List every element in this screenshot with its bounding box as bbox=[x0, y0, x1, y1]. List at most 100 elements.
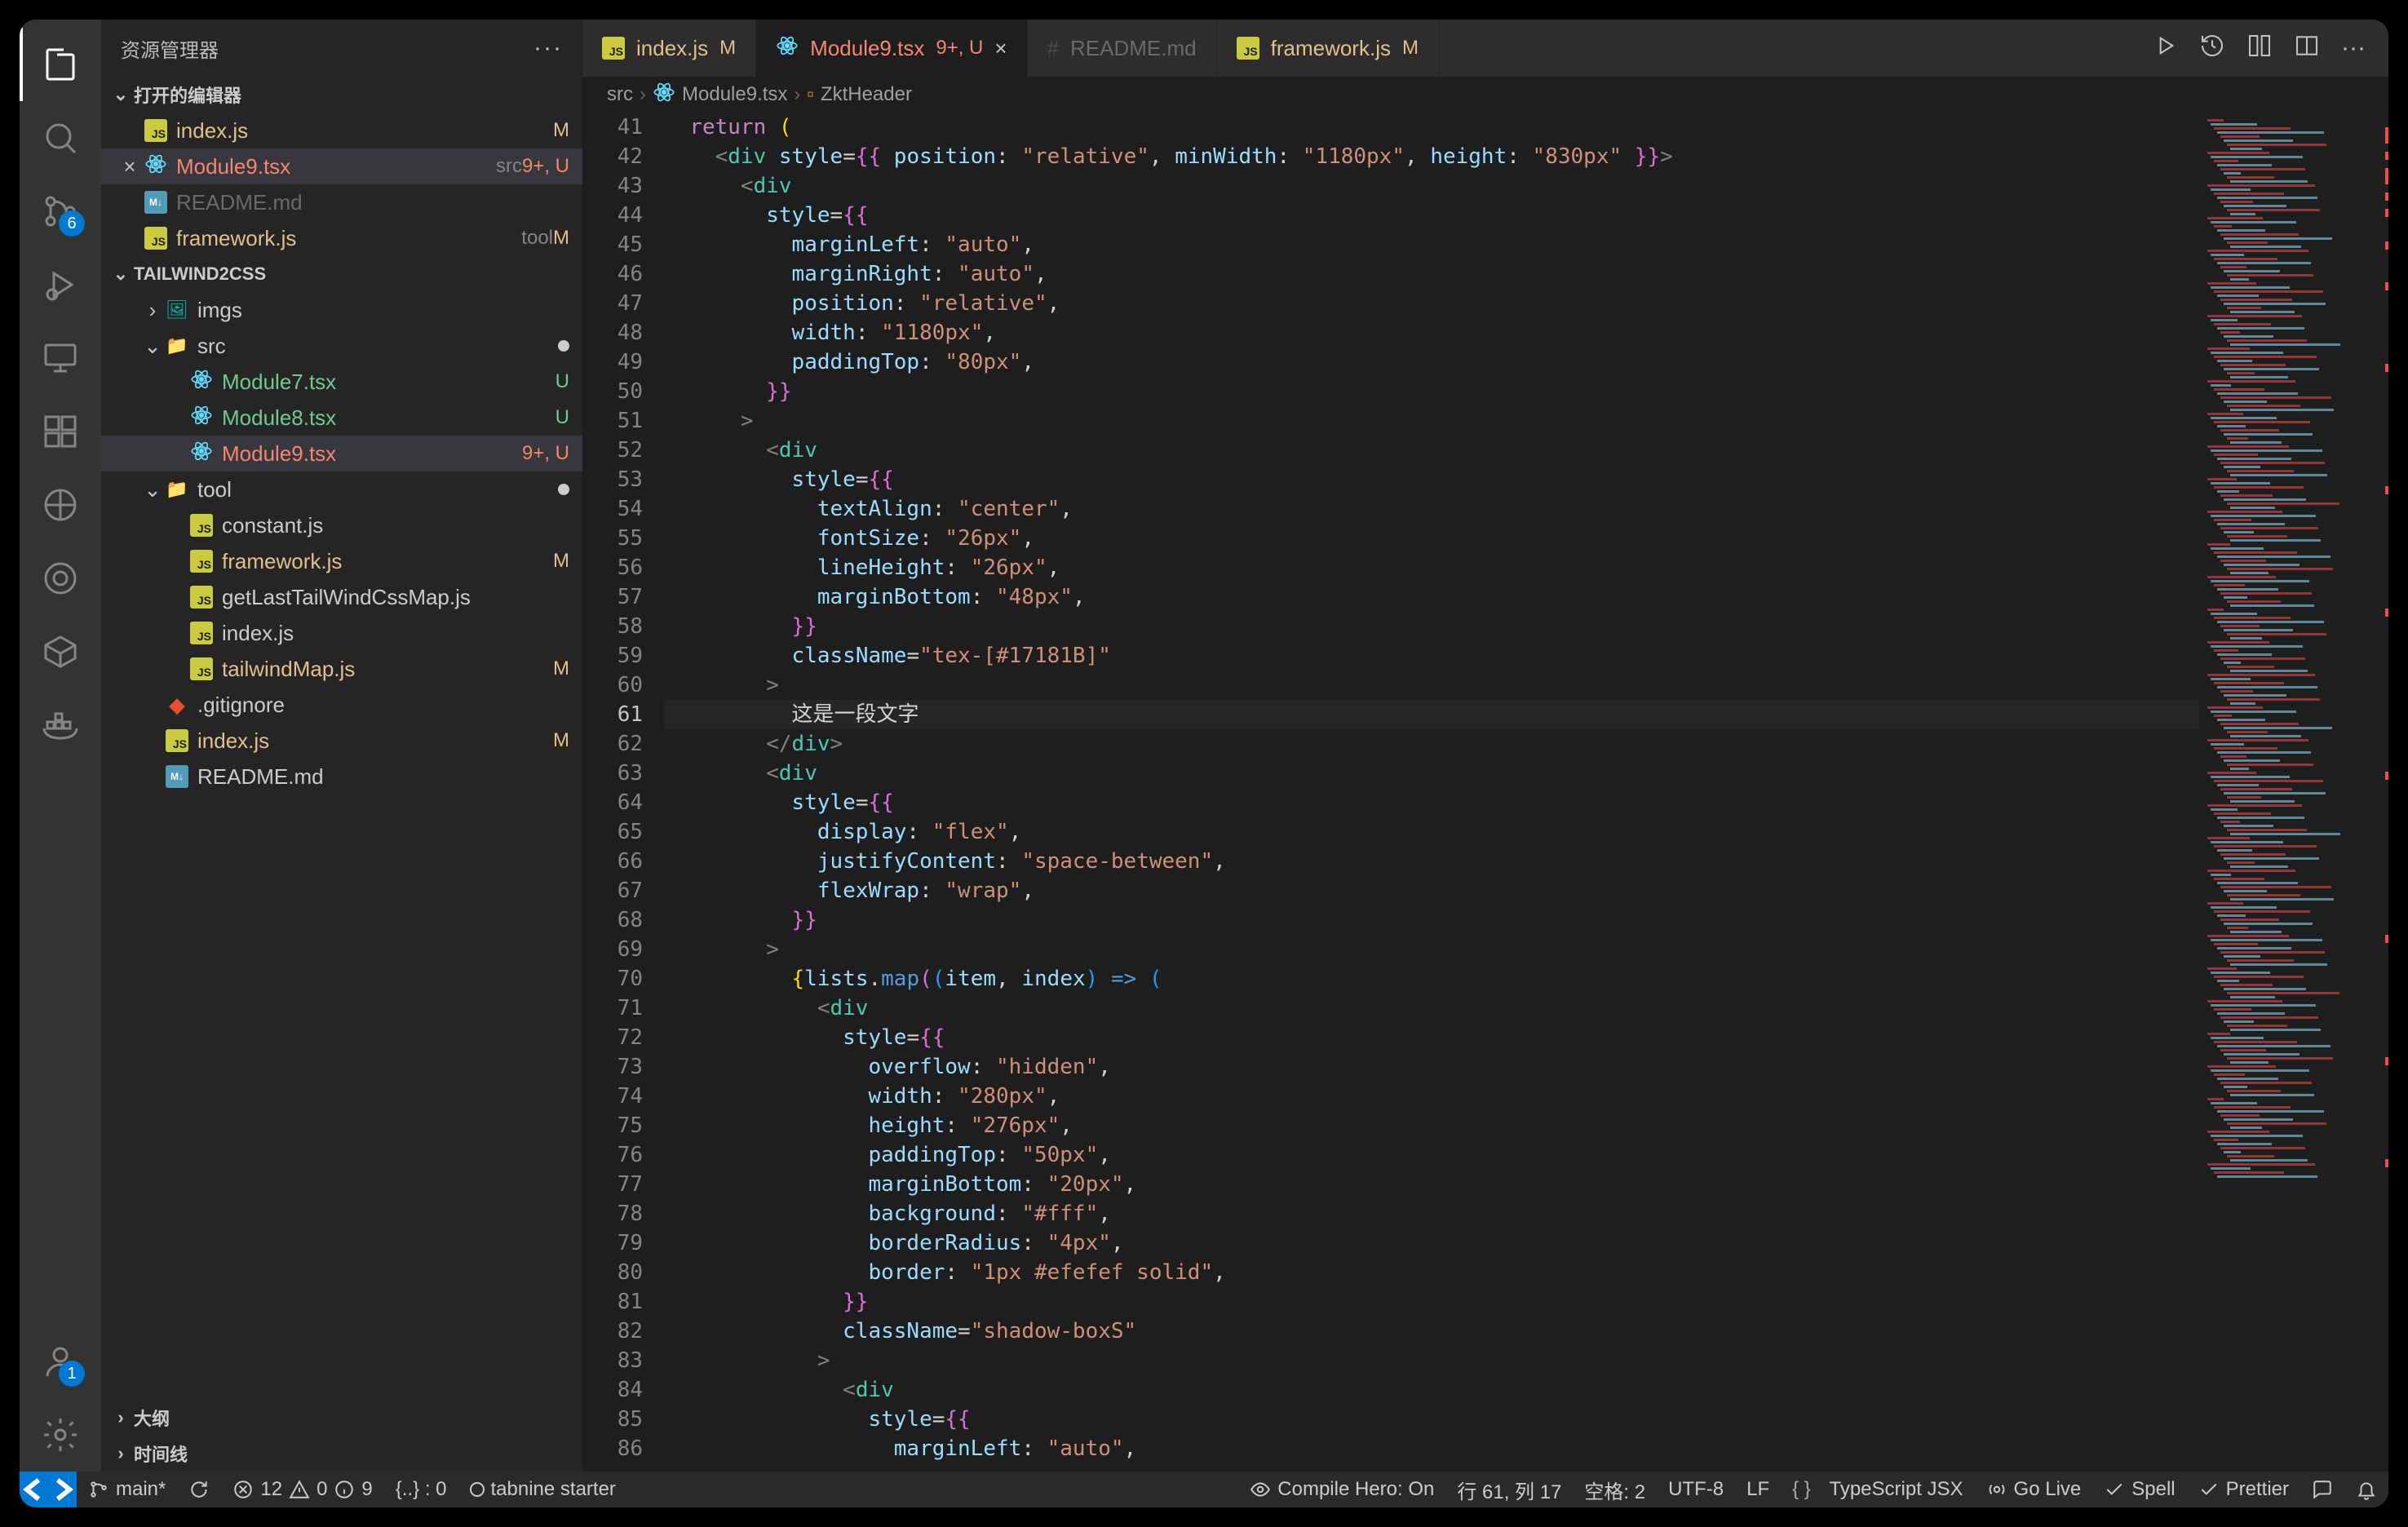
sync-button[interactable] bbox=[177, 1472, 221, 1507]
activity-scm[interactable]: 6 bbox=[20, 175, 101, 248]
tree-item[interactable]: M↓README.md bbox=[101, 759, 582, 794]
file-name: getLastTailWindCssMap.js bbox=[222, 585, 569, 610]
file-icon: JS bbox=[142, 227, 170, 250]
activity-account[interactable]: 1 bbox=[20, 1325, 101, 1398]
open-editor-item[interactable]: ×Module9.tsxsrc9+, U bbox=[101, 148, 582, 184]
activity-search[interactable] bbox=[20, 101, 101, 175]
activity-extra1[interactable] bbox=[20, 542, 101, 615]
activity-settings[interactable] bbox=[20, 1398, 101, 1472]
tree-item[interactable]: Module9.tsx9+, U bbox=[101, 436, 582, 471]
section-outline-label: 大纲 bbox=[134, 1405, 170, 1431]
section-workspace[interactable]: ⌄ TAILWIND2CSS bbox=[101, 256, 582, 292]
eol-button[interactable]: LF bbox=[1735, 1472, 1781, 1507]
split-icon[interactable] bbox=[2294, 33, 2320, 64]
open-editor-item[interactable]: M↓README.md bbox=[101, 184, 582, 220]
file-name: Module9.tsx bbox=[222, 441, 522, 467]
editor-tab[interactable]: JSindex.jsM bbox=[582, 20, 756, 77]
close-icon[interactable]: × bbox=[117, 154, 142, 179]
language-button[interactable]: { } TypeScript JSX bbox=[1781, 1472, 1974, 1507]
tree-item[interactable]: ⌄📁src bbox=[101, 328, 582, 364]
breadcrumb-part[interactable]: ZktHeader bbox=[821, 83, 912, 106]
file-icon bbox=[776, 34, 799, 63]
remote-button[interactable] bbox=[20, 1472, 77, 1507]
cursor-button[interactable]: 行 61, 列 17 bbox=[1445, 1472, 1573, 1507]
activity-extra2[interactable] bbox=[20, 615, 101, 688]
tab-suffix: M bbox=[1402, 37, 1419, 60]
modified-dot bbox=[558, 478, 569, 501]
editor-tab[interactable]: #README.md bbox=[1028, 20, 1217, 77]
tab-label: index.js bbox=[636, 36, 708, 61]
sidebar: 资源管理器 ··· ⌄ 打开的编辑器 JSindex.jsM×Module9.t… bbox=[101, 20, 582, 1472]
more-icon[interactable]: ··· bbox=[2341, 34, 2366, 62]
run-icon[interactable] bbox=[2152, 33, 2178, 64]
tree-item[interactable]: JSindex.jsM bbox=[101, 723, 582, 759]
statusbar: main* 12 0 9 {..} : 0 tabnine starter Co… bbox=[20, 1472, 2388, 1507]
chevron-down-icon: ⌄ bbox=[142, 334, 163, 359]
tree-item[interactable]: ›🖼imgs bbox=[101, 292, 582, 328]
tree-item[interactable]: Module7.tsxU bbox=[101, 364, 582, 400]
activity-remote-explorer[interactable] bbox=[20, 321, 101, 395]
encoding-button[interactable]: UTF-8 bbox=[1657, 1472, 1735, 1507]
diff-icon[interactable] bbox=[2246, 33, 2273, 64]
git-badge: M bbox=[553, 657, 569, 680]
activity-docker[interactable] bbox=[20, 688, 101, 762]
sidebar-more-icon[interactable]: ··· bbox=[533, 34, 563, 62]
tree-item[interactable]: ⌄📁tool bbox=[101, 471, 582, 507]
branch-button[interactable]: main* bbox=[77, 1472, 177, 1507]
file-icon: # bbox=[1047, 36, 1059, 61]
breadcrumb-part[interactable]: Module9.tsx bbox=[682, 83, 787, 106]
spaces-button[interactable]: 空格: 2 bbox=[1573, 1472, 1657, 1507]
open-editor-item[interactable]: JSindex.jsM bbox=[101, 113, 582, 148]
file-icon bbox=[188, 368, 215, 396]
tree-item[interactable]: JSindex.js bbox=[101, 615, 582, 651]
file-icon bbox=[188, 404, 215, 432]
close-icon[interactable]: × bbox=[994, 36, 1007, 61]
git-badge: U bbox=[556, 406, 569, 429]
tree-item[interactable]: JSconstant.js bbox=[101, 507, 582, 543]
tree-item[interactable]: Module8.tsxU bbox=[101, 400, 582, 436]
file-icon: 📁 bbox=[163, 335, 191, 356]
git-badge: M bbox=[553, 729, 569, 752]
tabnine-button[interactable]: tabnine starter bbox=[458, 1472, 627, 1507]
git-badge: U bbox=[556, 370, 569, 393]
tree-item[interactable]: JSgetLastTailWindCssMap.js bbox=[101, 579, 582, 615]
golive-button[interactable]: Go Live bbox=[1975, 1472, 2093, 1507]
tree-item[interactable]: ◆.gitignore bbox=[101, 687, 582, 723]
section-timeline[interactable]: › 时间线 bbox=[101, 1436, 582, 1472]
breadcrumb-part[interactable]: src bbox=[607, 83, 633, 106]
spell-button[interactable]: Spell bbox=[2092, 1472, 2186, 1507]
editor-tab[interactable]: Module9.tsx9+, U× bbox=[756, 20, 1027, 77]
minimap[interactable] bbox=[2199, 113, 2388, 1472]
section-outline[interactable]: › 大纲 bbox=[101, 1400, 582, 1436]
file-name: Module9.tsx bbox=[176, 154, 488, 179]
editor-tab[interactable]: JSframework.jsM bbox=[1217, 20, 1439, 77]
chevron-right-icon: › bbox=[142, 298, 163, 323]
file-icon bbox=[142, 153, 170, 180]
code-content[interactable]: return ( <div style={{ position: "relati… bbox=[664, 113, 2199, 1472]
compile-hero-button[interactable]: Compile Hero: On bbox=[1238, 1472, 1445, 1507]
history-icon[interactable] bbox=[2199, 33, 2225, 64]
activity-debug[interactable] bbox=[20, 248, 101, 321]
feedback-button[interactable] bbox=[2300, 1472, 2344, 1507]
bell-button[interactable] bbox=[2344, 1472, 2388, 1507]
problems-button[interactable]: 12 0 9 bbox=[221, 1472, 383, 1507]
activity-explorer[interactable] bbox=[20, 28, 101, 101]
tab-suffix: M bbox=[719, 37, 736, 60]
activity-project-manager[interactable] bbox=[20, 468, 101, 542]
file-name: tailwindMap.js bbox=[222, 657, 553, 682]
editor-body[interactable]: 4142434445464748495051525354555657585960… bbox=[582, 113, 2388, 1472]
file-icon: JS bbox=[163, 729, 191, 752]
section-open-editors[interactable]: ⌄ 打开的编辑器 bbox=[101, 77, 582, 113]
prettier-button[interactable]: Prettier bbox=[2187, 1472, 2300, 1507]
activity-extensions[interactable] bbox=[20, 395, 101, 468]
open-editor-item[interactable]: JSframework.jstoolM bbox=[101, 220, 582, 256]
branch-label: main* bbox=[116, 1478, 166, 1501]
file-name: .gitignore bbox=[197, 693, 569, 718]
git-badge: 9+, U bbox=[522, 442, 569, 465]
tree-item[interactable]: JStailwindMap.jsM bbox=[101, 651, 582, 687]
tree-item[interactable]: JSframework.jsM bbox=[101, 543, 582, 579]
react-icon bbox=[653, 81, 675, 109]
line-gutter: 4142434445464748495051525354555657585960… bbox=[582, 113, 664, 1472]
bracket-button[interactable]: {..} : 0 bbox=[384, 1472, 458, 1507]
breadcrumb[interactable]: src › Module9.tsx › ▫ ZktHeader bbox=[582, 77, 2388, 113]
